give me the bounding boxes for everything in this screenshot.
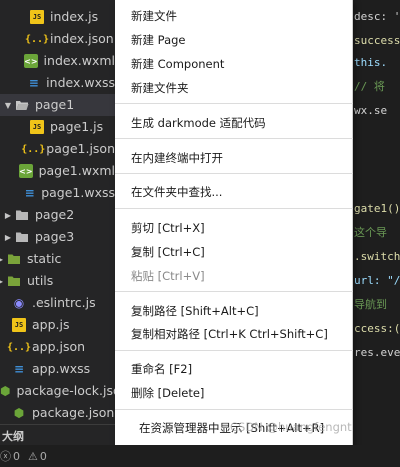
code-line: res.eve xyxy=(354,346,400,359)
tree-item[interactable]: JS app.js xyxy=(0,314,115,336)
menu-item-new-component[interactable]: 新建 Component xyxy=(115,53,353,75)
chevron-down-icon: ▼ xyxy=(4,100,12,110)
menu-item-generate-darkmode[interactable]: 生成 darkmode 适配代码 xyxy=(115,112,353,134)
outline-section-header[interactable]: 大纲 xyxy=(0,424,115,444)
chevron-right-icon: ▶ xyxy=(4,232,12,242)
menu-item-copy-relative-path[interactable]: 复制相对路径 [Ctrl+K Ctrl+Shift+C] xyxy=(115,323,353,345)
code-line: // 将 xyxy=(354,80,385,93)
wxml-file-icon: <> xyxy=(19,164,33,178)
menu-item-new-page[interactable]: 新建 Page xyxy=(115,29,353,51)
folder-open-icon xyxy=(15,98,29,112)
tree-item[interactable]: <> page1.wxml xyxy=(0,160,115,182)
menu-item-cut[interactable]: 剪切 [Ctrl+X] xyxy=(115,217,353,239)
warning-count[interactable]: ⚠ 0 xyxy=(28,450,47,463)
wxss-file-icon: ≡ xyxy=(28,76,39,90)
package-file-icon: ⬢ xyxy=(13,406,25,420)
menu-separator xyxy=(115,208,353,209)
code-line: url: "/ xyxy=(354,274,400,287)
tree-folder-page2[interactable]: ▶ page2 xyxy=(0,204,115,226)
tree-item[interactable]: JS index.js xyxy=(0,6,115,28)
context-menu: 新建文件 新建 Page 新建 Component 新建文件夹 生成 darkm… xyxy=(115,0,353,467)
tree-folder-utils[interactable]: ▶ utils xyxy=(0,270,115,292)
tree-item[interactable]: ⬢ package.json xyxy=(0,402,115,424)
js-file-icon: JS xyxy=(12,318,26,332)
chevron-right-icon: ▶ xyxy=(0,255,5,264)
menu-separator xyxy=(115,291,353,292)
error-count[interactable]: ⓧ 0 xyxy=(0,448,20,464)
wxss-file-icon: ≡ xyxy=(24,186,35,200)
menu-item-copy-path[interactable]: 复制路径 [Shift+Alt+C] xyxy=(115,300,353,322)
tree-item[interactable]: ≡ app.wxss xyxy=(0,358,115,380)
code-line: 导航到 xyxy=(354,298,387,311)
status-bar: ⓧ 0 ⚠ 0 xyxy=(0,445,400,467)
menu-item-new-file[interactable]: 新建文件 xyxy=(115,5,353,27)
file-explorer: JS index.js {..} index.json <> index.wxm… xyxy=(0,0,115,467)
json-file-icon: {..} xyxy=(21,143,46,155)
wxss-file-icon: ≡ xyxy=(13,362,25,376)
watermark: CSDN @huangfengnt xyxy=(230,420,352,434)
tree-item[interactable]: <> index.wxml xyxy=(0,50,115,72)
tree-folder-static[interactable]: ▶ static xyxy=(0,248,115,270)
error-icon: ⓧ xyxy=(0,450,11,463)
tree-item[interactable]: JS page1.js xyxy=(0,116,115,138)
code-line: .switch xyxy=(354,250,400,263)
warning-icon: ⚠ xyxy=(28,449,38,463)
code-line: wx.se xyxy=(354,104,388,117)
tree-item[interactable]: {..} page1.json xyxy=(0,138,115,160)
menu-separator xyxy=(115,103,353,104)
folder-icon xyxy=(15,230,29,244)
code-line: success xyxy=(354,34,400,47)
chevron-right-icon: ▶ xyxy=(0,277,5,286)
menu-separator xyxy=(115,138,353,139)
js-file-icon: JS xyxy=(30,120,44,134)
eslint-file-icon: ◉ xyxy=(13,296,25,310)
tree-item[interactable]: {..} app.json xyxy=(0,336,115,358)
code-line: this. xyxy=(354,56,388,69)
js-file-icon: JS xyxy=(30,10,44,24)
wxml-file-icon: <> xyxy=(24,54,38,68)
folder-icon xyxy=(15,208,29,222)
tree-item[interactable]: ≡ page1.wxss xyxy=(0,182,115,204)
tree-item[interactable]: ◉ .eslintrc.js xyxy=(0,292,115,314)
tree-folder-page3[interactable]: ▶ page3 xyxy=(0,226,115,248)
json-file-icon: {..} xyxy=(24,33,50,45)
folder-icon xyxy=(7,274,21,288)
json-file-icon: {..} xyxy=(6,341,32,353)
chevron-right-icon: ▶ xyxy=(4,210,12,220)
tree-folder-page1[interactable]: ▼ page1 xyxy=(0,94,115,116)
code-line: 这个导 xyxy=(354,226,387,239)
menu-item-rename[interactable]: 重命名 [F2] xyxy=(115,358,353,380)
tree-item[interactable]: ⬢ package-lock.json xyxy=(0,380,115,402)
menu-separator xyxy=(115,350,353,351)
menu-item-open-in-terminal[interactable]: 在内建终端中打开 xyxy=(115,147,353,169)
menu-item-copy[interactable]: 复制 [Ctrl+C] xyxy=(115,241,353,263)
menu-item-new-folder[interactable]: 新建文件夹 xyxy=(115,77,353,99)
folder-icon xyxy=(7,252,21,266)
package-file-icon: ⬢ xyxy=(0,384,11,398)
menu-separator xyxy=(115,409,353,410)
menu-item-paste[interactable]: 粘贴 [Ctrl+V] xyxy=(115,265,353,287)
menu-item-find-in-folder[interactable]: 在文件夹中查找... xyxy=(115,181,353,203)
code-line: desc: ' xyxy=(354,10,400,23)
menu-separator xyxy=(115,173,353,174)
menu-item-delete[interactable]: 删除 [Delete] xyxy=(115,382,353,404)
code-line: ccess:( xyxy=(354,322,400,335)
code-line: gate1() xyxy=(354,202,400,215)
tree-item[interactable]: {..} index.json xyxy=(0,28,115,50)
tree-item[interactable]: ≡ index.wxss xyxy=(0,72,115,94)
code-editor[interactable]: desc: ' success this. // 将 wx.se gate1()… xyxy=(352,0,400,445)
